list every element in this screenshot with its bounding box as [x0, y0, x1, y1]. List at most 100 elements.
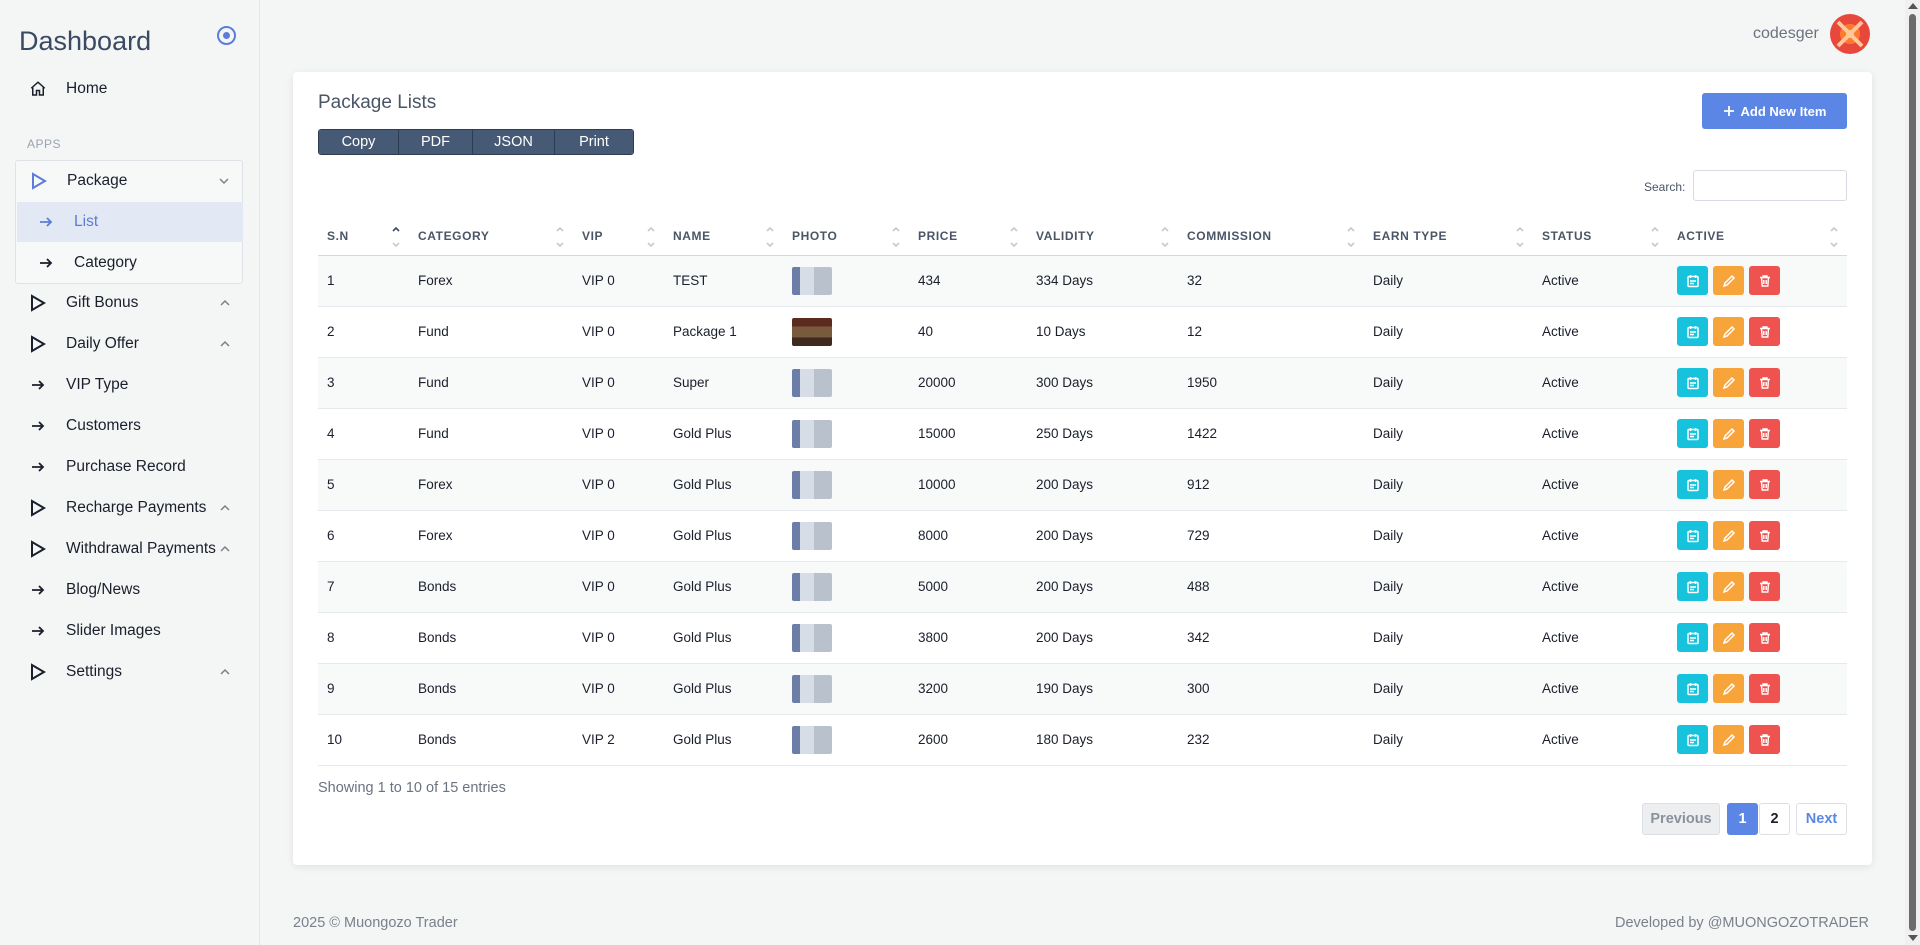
sidebar-item-customers[interactable]: Customers — [15, 406, 243, 446]
column-header-price[interactable]: PRICE — [909, 218, 1027, 256]
cell-text: Gold Plus — [673, 681, 732, 696]
delete-button[interactable] — [1749, 317, 1780, 346]
column-header-active[interactable]: ACTIVE — [1668, 218, 1847, 256]
column-header-earn-type[interactable]: EARN TYPE — [1364, 218, 1533, 256]
column-header-sn[interactable]: S.N — [318, 218, 409, 256]
delete-button[interactable] — [1749, 470, 1780, 499]
cell-name: Gold Plus — [664, 612, 783, 664]
scroll-down-arrow-icon[interactable] — [1908, 935, 1918, 941]
view-button[interactable] — [1677, 317, 1708, 346]
edit-button[interactable] — [1713, 266, 1744, 295]
avatar[interactable] — [1830, 14, 1870, 54]
sort-icon — [647, 226, 655, 248]
copy-button[interactable]: Copy — [319, 130, 399, 154]
column-header-photo[interactable]: PHOTO — [783, 218, 909, 256]
delete-button[interactable] — [1749, 623, 1780, 652]
package-photo-thumbnail[interactable] — [792, 266, 832, 295]
chevron-up-icon — [220, 545, 230, 552]
delete-button[interactable] — [1749, 368, 1780, 397]
view-button[interactable] — [1677, 623, 1708, 652]
sidebar-item-gift-bonus[interactable]: Gift Bonus — [15, 283, 243, 323]
pencil-icon — [1722, 325, 1736, 339]
package-photo-thumbnail[interactable] — [792, 725, 832, 754]
sidebar-item-recharge-payments[interactable]: Recharge Payments — [15, 488, 243, 528]
calendar-icon — [1686, 427, 1700, 441]
pencil-icon — [1722, 529, 1736, 543]
delete-button[interactable] — [1749, 572, 1780, 601]
column-header-status[interactable]: STATUS — [1533, 218, 1668, 256]
sidebar-item-slider-images[interactable]: Slider Images — [15, 611, 243, 651]
sidebar-item-vip-type[interactable]: VIP Type — [15, 365, 243, 405]
package-photo-thumbnail[interactable] — [792, 572, 832, 601]
json-button[interactable]: JSON — [473, 130, 555, 154]
package-photo-thumbnail[interactable] — [792, 368, 832, 397]
edit-button[interactable] — [1713, 368, 1744, 397]
sidebar-item-blog-news[interactable]: Blog/News — [15, 570, 243, 610]
edit-button[interactable] — [1713, 674, 1744, 703]
edit-button[interactable] — [1713, 317, 1744, 346]
package-photo-thumbnail[interactable] — [792, 317, 832, 346]
edit-button[interactable] — [1713, 623, 1744, 652]
sidebar-item-list[interactable]: List — [17, 202, 243, 242]
username[interactable]: codesger — [1753, 25, 1819, 43]
view-button[interactable] — [1677, 368, 1708, 397]
pagination-next[interactable]: Next — [1796, 803, 1847, 835]
sidebar-item-home[interactable]: Home — [15, 69, 243, 109]
print-button[interactable]: Print — [555, 130, 633, 154]
package-photo-thumbnail[interactable] — [792, 470, 832, 499]
sidebar-toggle-icon[interactable] — [217, 26, 236, 45]
delete-button[interactable] — [1749, 521, 1780, 550]
sidebar-item-settings[interactable]: Settings — [15, 652, 243, 692]
edit-button[interactable] — [1713, 419, 1744, 448]
sidebar-item-daily-offer[interactable]: Daily Offer — [15, 324, 243, 364]
pdf-button[interactable]: PDF — [399, 130, 473, 154]
chevron-up-icon — [220, 340, 230, 347]
delete-button[interactable] — [1749, 419, 1780, 448]
delete-button[interactable] — [1749, 674, 1780, 703]
add-new-item-button[interactable]: Add New Item — [1702, 93, 1847, 129]
delete-button[interactable] — [1749, 266, 1780, 295]
edit-button[interactable] — [1713, 521, 1744, 550]
column-header-name[interactable]: NAME — [664, 218, 783, 256]
edit-button[interactable] — [1713, 725, 1744, 754]
view-button[interactable] — [1677, 725, 1708, 754]
cell-photo — [783, 357, 909, 409]
package-photo-thumbnail[interactable] — [792, 419, 832, 448]
footer-developed-by[interactable]: Developed by @MUONGOZOTRADER — [1615, 915, 1869, 931]
scrollbar-thumb[interactable] — [1909, 14, 1916, 931]
cell-sn: 1 — [318, 255, 409, 307]
sidebar-item-package[interactable]: Package — [16, 161, 242, 201]
pagination-previous[interactable]: Previous — [1642, 803, 1720, 835]
table-row: 7 Bonds VIP 0 Gold Plus 5000 200 Days 488 Daily… — [318, 561, 1847, 613]
brand-title[interactable]: Dashboard — [19, 26, 151, 57]
scroll-up-arrow-icon[interactable] — [1908, 3, 1918, 9]
view-button[interactable] — [1677, 521, 1708, 550]
pagination-page-1[interactable]: 1 — [1727, 803, 1758, 835]
column-header-label: S.N — [327, 229, 349, 244]
edit-button[interactable] — [1713, 572, 1744, 601]
pagination-page-2[interactable]: 2 — [1759, 803, 1790, 835]
sidebar-item-purchase-record[interactable]: Purchase Record — [15, 447, 243, 487]
edit-button[interactable] — [1713, 470, 1744, 499]
pencil-icon — [1722, 427, 1736, 441]
delete-button[interactable] — [1749, 725, 1780, 754]
cell-status: Active — [1533, 357, 1668, 409]
view-button[interactable] — [1677, 674, 1708, 703]
package-photo-thumbnail[interactable] — [792, 674, 832, 703]
view-button[interactable] — [1677, 266, 1708, 295]
package-photo-thumbnail[interactable] — [792, 623, 832, 652]
cell-status: Active — [1533, 408, 1668, 460]
sidebar-item-withdrawal-payments[interactable]: Withdrawal Payments — [15, 529, 243, 569]
column-header-validity[interactable]: VALIDITY — [1027, 218, 1178, 256]
view-button[interactable] — [1677, 470, 1708, 499]
view-button[interactable] — [1677, 419, 1708, 448]
package-photo-thumbnail[interactable] — [792, 521, 832, 550]
column-header-commission[interactable]: COMMISSION — [1178, 218, 1364, 256]
column-header-vip[interactable]: VIP — [573, 218, 664, 256]
sidebar-item-label: List — [74, 213, 99, 230]
cell-text: VIP 0 — [582, 273, 615, 288]
view-button[interactable] — [1677, 572, 1708, 601]
search-input[interactable] — [1693, 170, 1847, 201]
sidebar-item-category[interactable]: Category — [17, 243, 243, 283]
column-header-category[interactable]: CATEGORY — [409, 218, 573, 256]
